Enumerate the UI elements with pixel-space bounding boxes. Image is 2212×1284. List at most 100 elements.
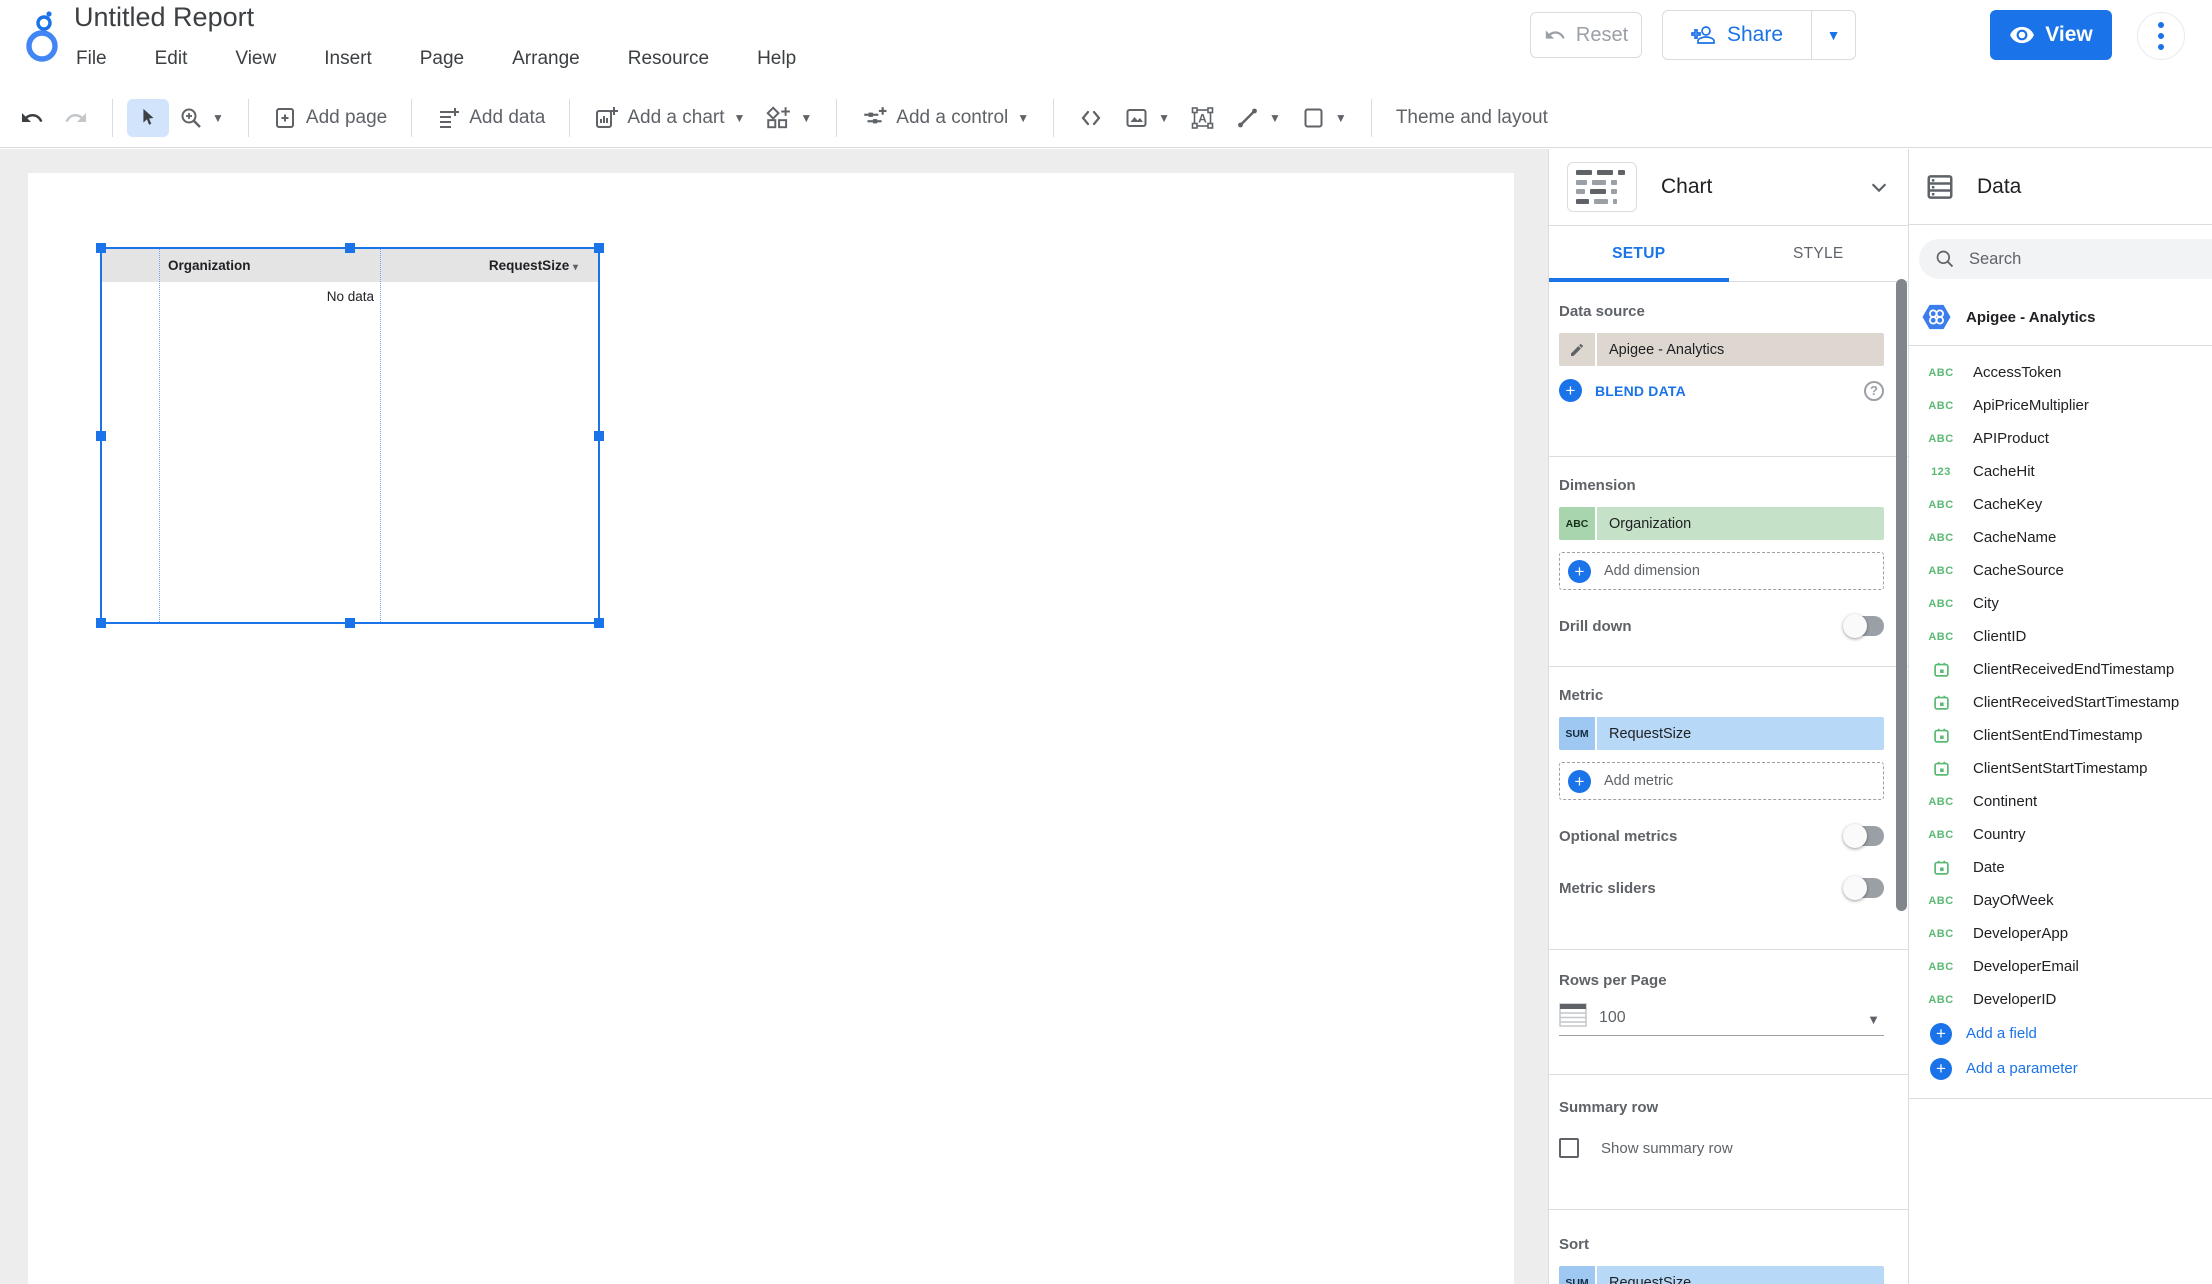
dimension-chip[interactable]: ABC Organization [1559, 507, 1884, 540]
resize-handle-nw[interactable] [96, 243, 106, 253]
more-options-button[interactable] [2137, 12, 2185, 60]
data-source-row[interactable]: Apigee - Analytics [1909, 293, 2212, 345]
add-dimension-button[interactable]: + Add dimension [1559, 552, 1884, 590]
add-control-button[interactable]: Add a control ▼ [851, 98, 1039, 138]
menu-bar: File Edit View Insert Page Arrange Resource Hel… [70, 44, 802, 74]
menu-item[interactable]: View [229, 44, 282, 74]
field-row[interactable]: date ClientSentStartTimestamp [1909, 752, 2212, 785]
community-viz-icon [766, 105, 791, 128]
menu-item[interactable]: Page [414, 44, 470, 74]
add-data-button[interactable]: Add data [426, 99, 555, 137]
field-row[interactable]: ABC DeveloperApp [1909, 917, 2212, 950]
panel-scrollbar[interactable] [1896, 279, 1907, 911]
menu-item[interactable]: File [70, 44, 113, 74]
field-type-badge: date [1923, 661, 1959, 678]
theme-and-layout-button[interactable]: Theme and layout [1386, 100, 1558, 136]
resize-handle-se[interactable] [594, 618, 604, 628]
menu-item[interactable]: Insert [318, 44, 378, 74]
column-guide-line [159, 249, 160, 622]
blend-data-link[interactable]: BLEND DATA [1595, 383, 1851, 399]
metric-chip[interactable]: SUM RequestSize [1559, 717, 1884, 750]
share-options-caret[interactable]: ▼ [1812, 10, 1856, 60]
calendar-icon [1933, 860, 1949, 875]
metric-sliders-toggle[interactable] [1843, 876, 1884, 900]
community-visualizations-button[interactable]: ▼ [755, 98, 822, 138]
add-parameter-button[interactable]: + Add a parameter [1909, 1051, 2212, 1086]
insert-text-button[interactable]: A [1180, 99, 1225, 137]
field-row[interactable]: ABC ApiPriceMultiplier [1909, 389, 2212, 422]
field-row[interactable]: ABC ClientID [1909, 620, 2212, 653]
field-row[interactable]: date ClientReceivedStartTimestamp [1909, 686, 2212, 719]
field-row[interactable]: date ClientReceivedEndTimestamp [1909, 653, 2212, 686]
field-name: Continent [1973, 793, 2038, 810]
resize-handle-ne[interactable] [594, 243, 604, 253]
field-name: ClientReceivedEndTimestamp [1973, 661, 2175, 678]
field-row[interactable]: ABC City [1909, 587, 2212, 620]
field-row[interactable]: ABC DeveloperEmail [1909, 950, 2212, 983]
menu-item[interactable]: Resource [622, 44, 715, 74]
sort-chip[interactable]: SUM RequestSize [1559, 1266, 1884, 1284]
redo-button[interactable] [54, 99, 98, 137]
add-chart-button[interactable]: Add a chart ▼ [584, 99, 755, 137]
data-source-chip[interactable]: Apigee - Analytics [1559, 333, 1884, 366]
report-page[interactable]: Organization RequestSize ▾ No data [28, 173, 1514, 1284]
panel-title: Chart [1661, 175, 1713, 198]
field-row[interactable]: ABC CacheName [1909, 521, 2212, 554]
blend-data-plus-icon: + [1559, 379, 1582, 402]
field-type-badge: ABC [1928, 564, 1954, 577]
resize-handle-s[interactable] [345, 618, 355, 628]
menu-item[interactable]: Help [751, 44, 802, 74]
field-row[interactable]: ABC APIProduct [1909, 422, 2212, 455]
resize-handle-sw[interactable] [96, 618, 106, 628]
data-source-name: Apigee - Analytics [1966, 308, 2096, 326]
resize-handle-w[interactable] [96, 430, 106, 441]
report-title[interactable]: Untitled Report [74, 2, 254, 33]
chart-panel-header[interactable]: Chart [1549, 149, 1908, 226]
tab-setup[interactable]: SETUP [1549, 227, 1729, 282]
insert-shape-button[interactable]: ▼ [1291, 99, 1357, 137]
cursor-icon [143, 108, 154, 125]
zoom-tool-button[interactable]: ▼ [169, 99, 234, 137]
field-row[interactable]: date ClientSentEndTimestamp [1909, 719, 2212, 752]
add-metric-button[interactable]: + Add metric [1559, 762, 1884, 800]
rows-per-page-select[interactable]: 100 ▼ [1559, 1003, 1884, 1036]
show-summary-row-checkbox[interactable] [1559, 1138, 1579, 1158]
edit-data-source-button[interactable] [1559, 333, 1595, 366]
select-tool-button[interactable] [127, 98, 169, 137]
share-button[interactable]: Share [1662, 10, 1812, 60]
field-row[interactable]: date Date [1909, 851, 2212, 884]
tab-style[interactable]: STYLE [1729, 227, 1909, 281]
insert-image-button[interactable]: ▼ [1114, 99, 1180, 137]
calendar-icon [1933, 695, 1949, 710]
canvas-workspace[interactable]: Organization RequestSize ▾ No data [0, 149, 1548, 1284]
undo-button[interactable] [10, 99, 54, 137]
field-row[interactable]: ABC AccessToken [1909, 356, 2212, 389]
resize-handle-e[interactable] [594, 430, 604, 441]
reset-button[interactable]: Reset [1530, 12, 1642, 58]
embed-url-button[interactable] [1068, 99, 1114, 137]
field-name: ClientSentStartTimestamp [1973, 760, 2148, 777]
view-button[interactable]: View [1990, 10, 2112, 60]
search-input[interactable]: Search [1919, 239, 2212, 279]
help-icon[interactable]: ? [1864, 380, 1884, 401]
chevron-down-icon[interactable] [1868, 176, 1890, 198]
field-row[interactable]: ABC CacheSource [1909, 554, 2212, 587]
field-row[interactable]: ABC CacheKey [1909, 488, 2212, 521]
insert-line-button[interactable]: ▼ [1225, 99, 1291, 137]
field-row[interactable]: ABC Country [1909, 818, 2212, 851]
table-dimension-header[interactable]: Organization [159, 258, 380, 273]
menu-item[interactable]: Arrange [506, 44, 586, 74]
resize-handle-n[interactable] [345, 243, 355, 253]
field-row[interactable]: ABC DeveloperID [1909, 983, 2212, 1016]
field-row[interactable]: 123 CacheHit [1909, 455, 2212, 488]
add-page-button[interactable]: Add page [263, 99, 397, 137]
add-field-button[interactable]: + Add a field [1909, 1016, 2212, 1051]
table-metric-header[interactable]: RequestSize ▾ [380, 258, 598, 273]
field-name: DeveloperApp [1973, 925, 2069, 942]
field-row[interactable]: ABC DayOfWeek [1909, 884, 2212, 917]
optional-metrics-toggle[interactable] [1843, 824, 1884, 848]
menu-item[interactable]: Edit [149, 44, 194, 74]
table-chart[interactable]: Organization RequestSize ▾ No data [96, 243, 604, 628]
field-row[interactable]: ABC Continent [1909, 785, 2212, 818]
drill-down-toggle[interactable] [1843, 614, 1884, 638]
